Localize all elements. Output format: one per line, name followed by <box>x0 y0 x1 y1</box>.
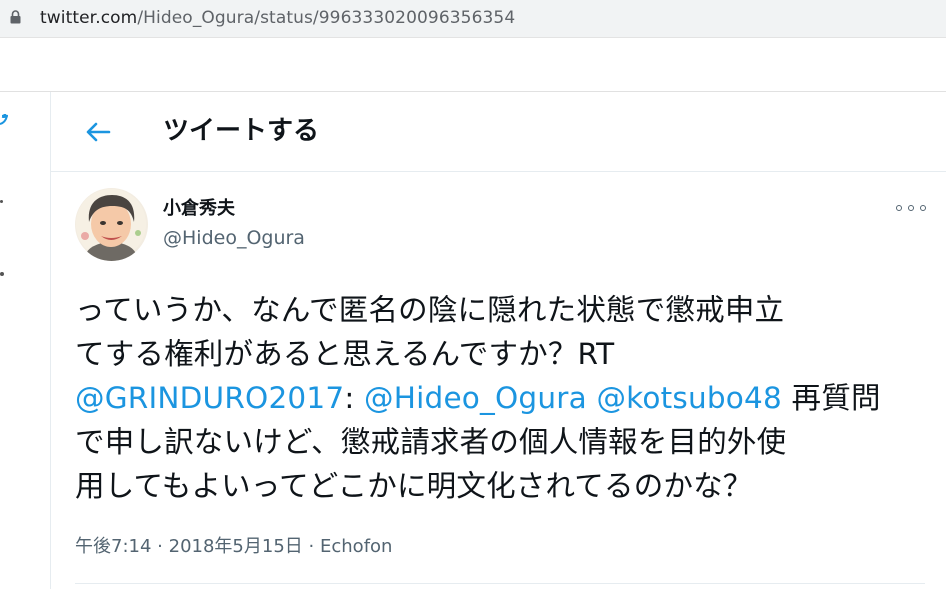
mention-link[interactable]: @Hideo_Ogura <box>364 381 587 415</box>
mention-link[interactable]: @GRINDURO2017 <box>75 381 344 415</box>
mention-link[interactable]: @kotsubo48 <box>596 381 782 415</box>
back-arrow-icon[interactable] <box>84 120 112 144</box>
tweet-line: @GRINDURO2017: @Hideo_Ogura @kotsubo48 再… <box>75 376 937 420</box>
url-path: /Hideo_Ogura/status/996333020096356354 <box>137 8 516 28</box>
twitter-bird-icon-partial[interactable] <box>0 114 8 130</box>
more-dot <box>908 205 914 211</box>
colon-text: : <box>344 381 355 415</box>
tweet-date[interactable]: 2018年5月15日 <box>169 536 303 557</box>
page-title: ツイートする <box>163 116 320 146</box>
meta-separator: · <box>308 536 315 557</box>
tweet-line: 用してもよいってどこかに明文化されてるのかな？ <box>75 469 753 503</box>
tweet-line-text: 再質問 <box>791 381 881 415</box>
meta-separator: · <box>157 536 163 557</box>
sidebar-fragment <box>0 272 4 276</box>
avatar[interactable] <box>75 188 148 261</box>
tweet-line: てする権利があると思えるんですか？RT <box>75 337 615 371</box>
tweet-line: で申し訳ないけど、懲戒請求者の個人情報を目的外使 <box>75 425 787 459</box>
left-sidebar-edge <box>0 92 50 589</box>
display-name[interactable]: 小倉秀夫 <box>163 197 235 221</box>
tweet-line: っていうか、なんで匿名の陰に隠れた状態で懲戒申立 <box>75 293 785 327</box>
user-handle[interactable]: @Hideo_Ogura <box>163 226 305 250</box>
sidebar-fragment <box>0 200 3 203</box>
lock-icon[interactable] <box>10 10 21 24</box>
more-dot <box>896 205 902 211</box>
url-text[interactable]: twitter.com/Hideo_Ogura/status/996333020… <box>40 8 515 28</box>
tweet-text: っていうか、なんで匿名の陰に隠れた状態で懲戒申立 てする権利があると思えるんです… <box>75 288 937 508</box>
more-dot <box>920 205 926 211</box>
tweet-time[interactable]: 午後7:14 <box>75 536 151 557</box>
browser-toolbar <box>0 38 946 92</box>
tweet-source[interactable]: Echofon <box>320 536 392 557</box>
more-options-icon[interactable] <box>896 199 926 217</box>
tweet-metadata: 午後7:14 · 2018年5月15日 · Echofon <box>75 535 392 559</box>
divider <box>75 583 925 584</box>
avatar-illustration <box>75 188 148 261</box>
url-host: twitter.com <box>40 8 138 28</box>
browser-address-bar[interactable]: twitter.com/Hideo_Ogura/status/996333020… <box>0 0 946 38</box>
